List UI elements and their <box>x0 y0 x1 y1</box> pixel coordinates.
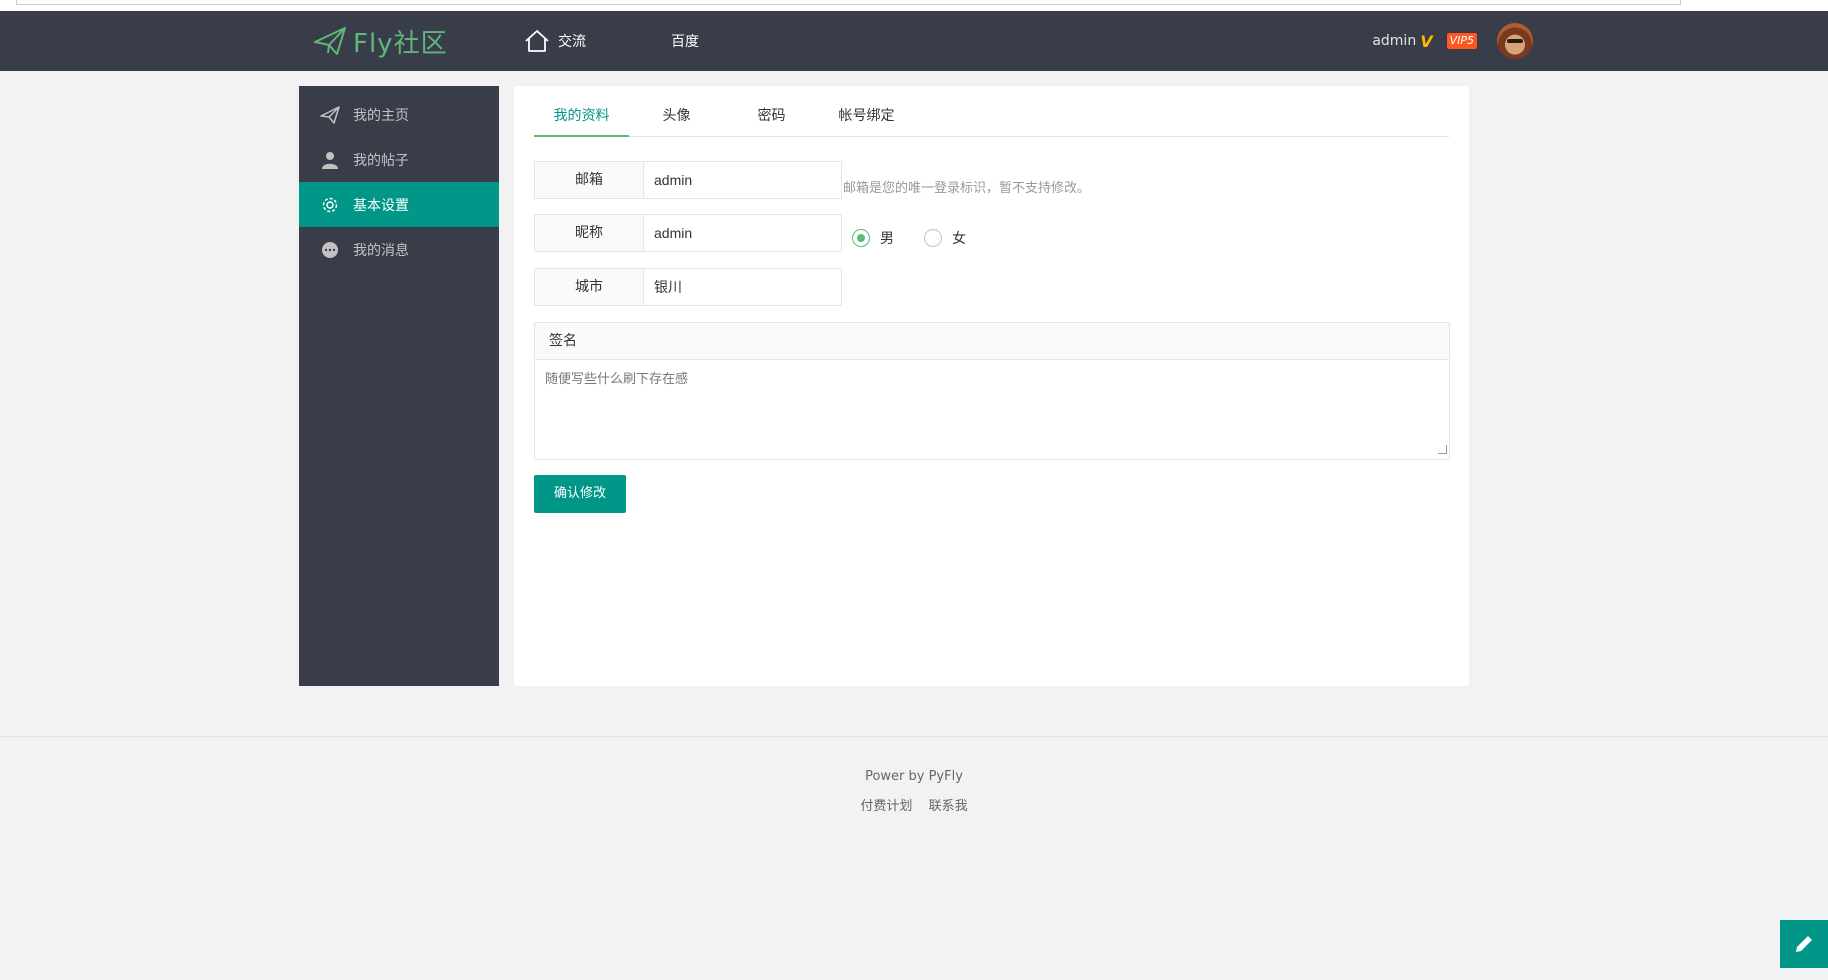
confirm-button[interactable]: 确认修改 <box>534 475 626 513</box>
gender-male-radio[interactable]: 男 <box>852 228 894 248</box>
radio-circle <box>852 229 870 247</box>
gear-icon <box>319 194 341 216</box>
verified-badge: V <box>1420 31 1433 51</box>
tab-password[interactable]: 密码 <box>724 96 819 136</box>
email-row: 邮箱 admin <box>534 161 842 199</box>
site-header: Fly社区 交流 百度 admin V VIP5 <box>0 11 1828 71</box>
browser-top-strip <box>0 0 1828 11</box>
paper-plane-logo-icon <box>314 27 346 55</box>
radio-label: 男 <box>880 231 894 247</box>
nav-item-exchange[interactable]: 交流 <box>524 11 586 71</box>
nickname-label: 昵称 <box>534 214 644 252</box>
email-field[interactable]: admin <box>644 161 842 199</box>
user-icon <box>319 149 341 171</box>
resize-grip-icon[interactable] <box>1438 445 1447 454</box>
paper-plane-icon <box>319 104 341 126</box>
sidebar-item-label: 基本设置 <box>353 197 409 214</box>
settings-tabs: 我的资料 头像 密码 帐号绑定 <box>534 96 1449 137</box>
nav-item-baidu[interactable]: 百度 <box>671 11 699 71</box>
sidebar-item-label: 我的消息 <box>353 242 409 259</box>
chat-icon <box>319 239 341 261</box>
email-hint: 邮箱是您的唯一登录标识，暂不支持修改。 <box>843 181 1091 196</box>
sidebar-item-home[interactable]: 我的主页 <box>299 92 499 137</box>
tab-profile[interactable]: 我的资料 <box>534 96 629 137</box>
home-icon <box>525 30 549 52</box>
city-field[interactable]: 银川 <box>644 268 842 306</box>
footer-divider <box>0 736 1828 737</box>
nav-label: 百度 <box>671 34 699 50</box>
tab-avatar[interactable]: 头像 <box>629 96 724 136</box>
city-label: 城市 <box>534 268 644 306</box>
signature-placeholder: 随便写些什么刷下存在感 <box>545 372 689 387</box>
signature-textarea[interactable]: 随便写些什么刷下存在感 <box>535 360 1449 456</box>
avatar[interactable] <box>1497 23 1533 59</box>
footer-links: 付费计划 联系我 <box>0 792 1828 822</box>
radio-label: 女 <box>952 231 966 247</box>
user-menu[interactable]: admin V VIP5 <box>1372 11 1533 71</box>
nickname-field[interactable]: admin <box>644 214 842 252</box>
footer-link-contact[interactable]: 联系我 <box>929 799 968 814</box>
footer-link-pricing[interactable]: 付费计划 <box>860 799 912 814</box>
site-logo[interactable]: Fly社区 <box>313 21 448 61</box>
logo-text: Fly社区 <box>353 28 448 59</box>
username[interactable]: admin <box>1372 33 1416 49</box>
radio-circle <box>924 229 942 247</box>
city-row: 城市 银川 <box>534 268 842 306</box>
sidebar-item-posts[interactable]: 我的帖子 <box>299 137 499 182</box>
sidebar-item-label: 我的帖子 <box>353 152 409 169</box>
sidebar-item-settings[interactable]: 基本设置 <box>299 182 499 227</box>
settings-panel: 我的资料 头像 密码 帐号绑定 邮箱 admin 邮箱是您的唯一登录标识，暂不支… <box>514 86 1469 686</box>
gender-female-radio[interactable]: 女 <box>924 228 966 248</box>
vip-badge: VIP5 <box>1446 33 1477 49</box>
address-bar-edge <box>16 0 1681 5</box>
email-label: 邮箱 <box>534 161 644 199</box>
pencil-icon <box>1796 936 1812 952</box>
tab-account-binding[interactable]: 帐号绑定 <box>819 96 914 136</box>
nav-label: 交流 <box>558 34 586 50</box>
signature-label: 签名 <box>535 323 1449 360</box>
sidebar-item-label: 我的主页 <box>353 107 409 124</box>
footer-power: Power by PyFly <box>865 769 963 784</box>
sidebar: 我的主页 我的帖子 基本设置 我的消息 <box>299 86 499 686</box>
footer: Power by PyFly 付费计划 联系我 <box>0 762 1828 822</box>
signature-box: 签名 随便写些什么刷下存在感 <box>534 322 1450 460</box>
sidebar-item-messages[interactable]: 我的消息 <box>299 227 499 272</box>
edit-fab-button[interactable] <box>1780 920 1828 968</box>
nickname-row: 昵称 admin <box>534 214 842 252</box>
gender-group: 男 女 <box>852 219 996 257</box>
